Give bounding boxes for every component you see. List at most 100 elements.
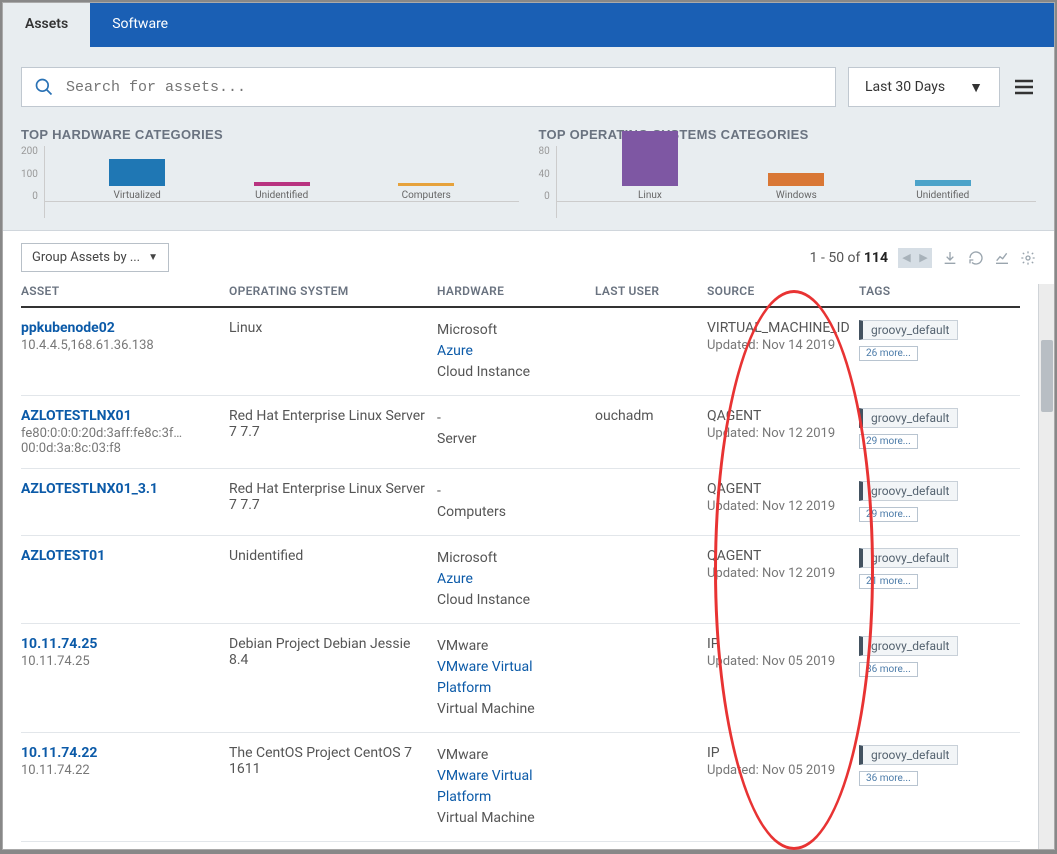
pagination-text: 1 - 50 of 114 [810,250,888,266]
os-cell: The CentOS Project CentOS 7 1611 [229,745,437,829]
os-cell: Linux [229,320,437,383]
pagination-arrows: ◀ ▶ [898,248,932,268]
search-input[interactable] [66,79,823,96]
source-text: IP [707,745,851,761]
tag-pill[interactable]: groovy_default [859,548,958,568]
asset-sub: 10.11.74.25 [21,654,221,669]
hw-line: VMware [437,745,587,766]
asset-link[interactable]: AZLOTESTLNX01 [21,408,221,424]
hw-line: Microsoft [437,320,587,341]
scrollbar-thumb[interactable] [1041,340,1053,412]
col-last-user[interactable]: LAST USER [595,284,707,298]
gear-icon[interactable] [1020,250,1036,266]
chart-bar[interactable]: Computers [381,183,471,202]
hw-line[interactable]: VMware Virtual Platform [437,766,587,808]
col-asset[interactable]: ASSET [21,284,229,298]
table-row: 10.11.74.2110.11.74.21Red Hat Enterprise… [21,842,1020,849]
source-updated: Updated: Nov 12 2019 [707,426,851,441]
os-cell: Red Hat Enterprise Linux Server 7 7.7 [229,481,437,523]
table-header: ASSET OPERATING SYSTEM HARDWARE LAST USE… [21,284,1020,308]
user-cell [595,548,707,611]
download-icon[interactable] [942,250,958,266]
prev-page-button[interactable]: ◀ [898,248,915,268]
os-cell: Red Hat Enterprise Linux Server 7 7.7 [229,408,437,456]
chart-title: TOP HARDWARE CATEGORIES [21,127,519,142]
chart-y-axis: 80 40 0 [539,146,556,218]
more-tags-link[interactable]: 36 more... [859,662,918,677]
list-toolbar: Group Assets by ... ▼ 1 - 50 of 114 ◀ ▶ [3,231,1054,284]
table-row: ppkubenode02 10.4.4.5,168.61.36.138 LinuxM… [21,308,1020,396]
chart-bar[interactable]: Unidentified [898,180,988,202]
user-cell: ouchadm [595,408,707,456]
hw-line: Microsoft [437,548,587,569]
more-tags-link[interactable]: 26 more... [859,346,918,361]
chart-bar[interactable]: Linux [605,131,695,202]
col-os[interactable]: OPERATING SYSTEM [229,284,437,298]
asset-link[interactable]: 10.11.74.22 [21,745,221,761]
hw-line[interactable]: VMware Virtual Platform [437,657,587,699]
tag-pill[interactable]: groovy_default [859,481,958,501]
table-row: AZLOTESTLNX01fe80:0:0:0:20d:3aff:fe8c:3f… [21,396,1020,469]
user-cell [595,481,707,523]
tag-pill[interactable]: groovy_default [859,745,958,765]
hw-line: Computers [437,502,587,523]
main-tabs: Assets Software [3,3,1054,47]
hw-line: Server [437,429,587,450]
asset-link[interactable]: ppkubenode02 [21,320,221,336]
source-updated: Updated: Nov 12 2019 [707,499,851,514]
tag-pill[interactable]: groovy_default [859,408,958,428]
more-tags-link[interactable]: 29 more... [859,434,918,449]
group-by-select[interactable]: Group Assets by ... ▼ [21,243,169,272]
chart-os: TOP OPERATING SYSTEMS CATEGORIES 80 40 0… [539,127,1037,218]
tag-pill[interactable]: groovy_default [859,636,958,656]
vertical-scrollbar[interactable] [1038,284,1054,849]
chart-icon[interactable] [994,250,1010,266]
hw-cell: VMwareVMware Virtual PlatformVirtual Mac… [437,745,595,829]
table-row: AZLOTESTLNX01_3.1 Red Hat Enterprise Linu… [21,469,1020,536]
search-box[interactable] [21,67,836,107]
os-cell: Debian Project Debian Jessie 8.4 [229,636,437,720]
date-range-select[interactable]: Last 30 Days ▼ [848,67,1000,107]
chart-bar[interactable]: Unidentified [237,182,327,202]
hw-line: Virtual Machine [437,699,587,720]
chart-y-axis: 200 100 0 [21,146,44,218]
user-cell [595,320,707,383]
source-updated: Updated: Nov 14 2019 [707,338,851,353]
source-updated: Updated: Nov 12 2019 [707,566,851,581]
asset-link[interactable]: AZLOTESTLNX01_3.1 [21,481,221,497]
col-tags[interactable]: TAGS [859,284,1009,298]
col-hardware[interactable]: HARDWARE [437,284,595,298]
table-row: 10.11.74.25 10.11.74.25 Debian Project Deb… [21,624,1020,733]
search-icon [34,77,54,97]
hw-cell: MicrosoftAzureCloud Instance [437,548,595,611]
hw-line: Cloud Instance [437,362,587,383]
tab-software[interactable]: Software [90,3,190,47]
search-row: Last 30 Days ▼ [3,47,1054,127]
source-text: QAGENT [707,481,851,497]
col-source[interactable]: SOURCE [707,284,859,298]
hw-cell: -Server [437,408,595,456]
tag-pill[interactable]: groovy_default [859,320,958,340]
hw-line: - [437,481,587,502]
chart-bar[interactable]: Windows [751,173,841,202]
chart-bar[interactable]: Virtualized [92,159,182,202]
asset-link[interactable]: AZLOTEST01 [21,548,221,564]
hw-cell: -Computers [437,481,595,523]
hw-line[interactable]: Azure [437,341,587,362]
hw-line[interactable]: Azure [437,569,587,590]
source-text: QAGENT [707,548,851,564]
hamburger-icon[interactable] [1012,75,1036,99]
more-tags-link[interactable]: 21 more... [859,574,918,589]
asset-link[interactable]: 10.11.74.25 [21,636,221,652]
next-page-button[interactable]: ▶ [915,248,932,268]
user-cell [595,636,707,720]
hw-line: Cloud Instance [437,590,587,611]
tab-assets[interactable]: Assets [3,3,90,47]
more-tags-link[interactable]: 36 more... [859,771,918,786]
hw-line: - [437,408,587,429]
refresh-icon[interactable] [968,250,984,266]
os-cell: Unidentified [229,548,437,611]
more-tags-link[interactable]: 29 more... [859,507,918,522]
source-text: QAGENT [707,408,851,424]
asset-sub: 10.4.4.5,168.61.36.138 [21,338,221,353]
